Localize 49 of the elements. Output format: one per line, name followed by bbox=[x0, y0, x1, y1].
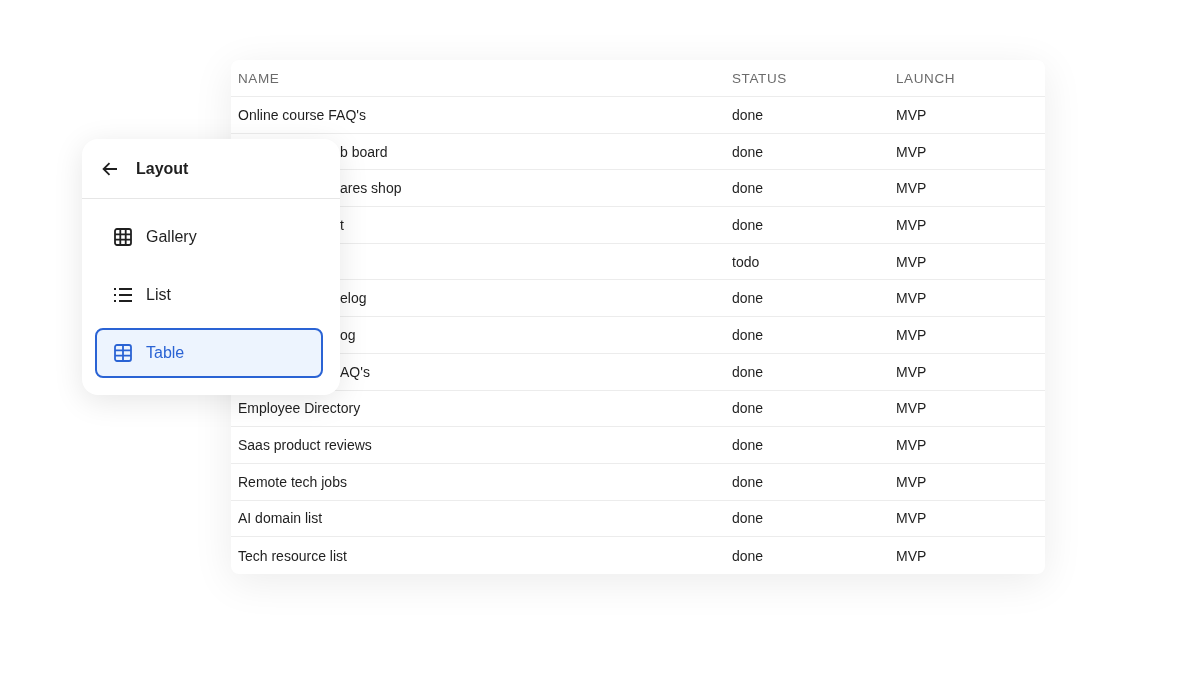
launch-cell-text: MVP bbox=[895, 473, 927, 490]
launch-cell-text: MVP bbox=[895, 326, 927, 343]
column-header: LAUNCH bbox=[895, 70, 956, 86]
grid-icon bbox=[114, 228, 132, 246]
back-arrow-icon[interactable] bbox=[102, 161, 118, 176]
status-cell-text: done bbox=[731, 547, 764, 564]
name-cell-text: Remote tech jobs bbox=[237, 473, 347, 490]
launch-cell-text: MVP bbox=[895, 216, 927, 233]
name-cell-text: Employee Directory bbox=[237, 400, 361, 417]
name-cell-text: Tech resource list bbox=[237, 547, 347, 564]
menu-title: Layout bbox=[136, 159, 189, 178]
status-cell-text: done bbox=[731, 143, 764, 160]
launch-cell-text: MVP bbox=[895, 400, 927, 417]
launch-cell-text: MVP bbox=[895, 547, 927, 564]
launch-cell-text: MVP bbox=[895, 106, 927, 123]
name-cell-text: ares shop bbox=[339, 180, 402, 197]
name-cell-text: t bbox=[339, 216, 344, 233]
column-header: NAME bbox=[237, 70, 280, 86]
layout-option[interactable]: List bbox=[95, 270, 323, 320]
name-cell-text: Online course FAQ's bbox=[237, 106, 366, 123]
status-cell-text: done bbox=[731, 400, 764, 417]
layout-option[interactable]: Gallery bbox=[95, 212, 323, 262]
name-cell-text: AQ's bbox=[339, 363, 370, 380]
status-cell-text: done bbox=[731, 106, 764, 123]
status-cell-text: done bbox=[731, 290, 764, 307]
status-cell-text: done bbox=[731, 326, 764, 343]
launch-cell-text: MVP bbox=[895, 253, 927, 270]
launch-cell-text: MVP bbox=[895, 143, 927, 160]
status-cell-text: done bbox=[731, 473, 764, 490]
status-cell-text: todo bbox=[731, 253, 760, 270]
status-cell-text: done bbox=[731, 437, 764, 454]
table-icon bbox=[114, 344, 132, 362]
column-header: STATUS bbox=[731, 70, 787, 86]
status-cell-text: done bbox=[731, 180, 764, 197]
name-cell-text: b board bbox=[339, 143, 388, 160]
name-cell-text: og bbox=[339, 326, 356, 343]
launch-cell-text: MVP bbox=[895, 363, 927, 380]
launch-cell-text: MVP bbox=[895, 290, 927, 307]
status-cell-text: done bbox=[731, 363, 764, 380]
status-cell-text: done bbox=[731, 216, 764, 233]
launch-cell-text: MVP bbox=[895, 510, 927, 527]
name-cell-text: elog bbox=[339, 290, 367, 307]
name-cell-text: AI domain list bbox=[237, 510, 323, 527]
launch-cell-text: MVP bbox=[895, 180, 927, 197]
layout-option[interactable]: Table bbox=[95, 328, 323, 378]
list-icon bbox=[114, 288, 132, 302]
name-cell-text: Saas product reviews bbox=[237, 437, 372, 454]
status-cell-text: done bbox=[731, 510, 764, 527]
launch-cell-text: MVP bbox=[895, 437, 927, 454]
